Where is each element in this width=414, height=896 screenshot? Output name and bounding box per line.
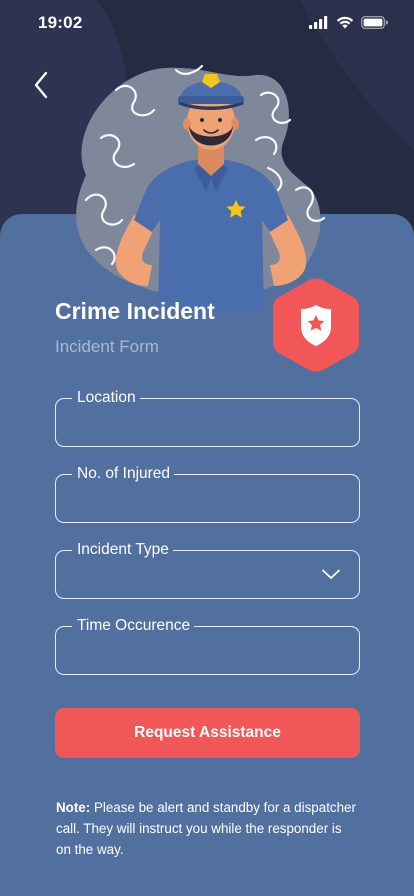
note-prefix: Note:	[56, 800, 91, 815]
time-occurrence-field[interactable]: Time Occurence	[55, 615, 360, 675]
battery-icon	[361, 15, 388, 29]
injured-count-input[interactable]	[56, 475, 359, 522]
incident-type-select[interactable]: Incident Type	[55, 539, 360, 599]
injured-count-field[interactable]: No. of Injured	[55, 463, 360, 523]
back-button[interactable]	[26, 68, 56, 102]
note-body: Please be alert and standby for a dispat…	[56, 800, 356, 857]
signal-icon	[309, 15, 328, 29]
location-field[interactable]: Location	[55, 387, 360, 447]
page-title: Crime Incident	[55, 298, 215, 324]
wifi-icon	[336, 16, 354, 29]
app-screen: 19:02 Crime Incident Incident Form Locat…	[0, 0, 414, 896]
page-subtitle: Incident Form	[55, 337, 159, 356]
location-input[interactable]	[56, 399, 359, 446]
time-occurrence-input[interactable]	[56, 627, 359, 674]
incident-type-label: Incident Type	[72, 539, 173, 561]
police-officer-illustration	[76, 64, 326, 310]
note-text: Note: Please be alert and standby for a …	[56, 797, 356, 860]
police-shield-star-icon	[273, 278, 359, 372]
status-time: 19:02	[38, 13, 83, 32]
chevron-down-icon[interactable]	[321, 568, 341, 581]
status-bar: 19:02	[0, 0, 414, 46]
status-icons	[309, 15, 388, 29]
request-assistance-button[interactable]: Request Assistance	[55, 708, 360, 758]
chevron-left-icon	[34, 71, 48, 99]
